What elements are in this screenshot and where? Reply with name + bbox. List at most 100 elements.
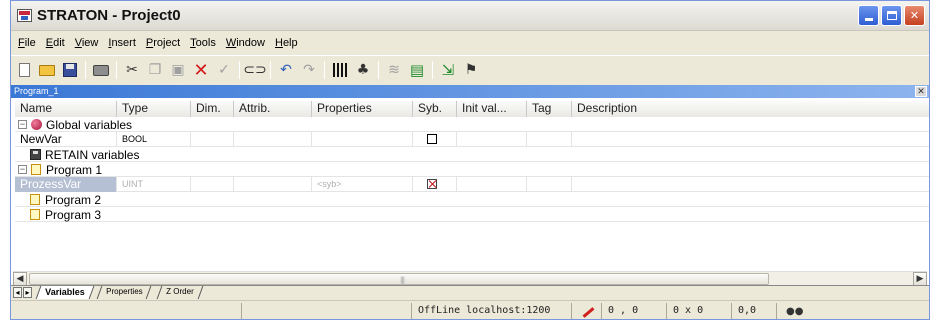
cell-syb[interactable] [413, 132, 457, 147]
syb-checkbox-checked[interactable] [427, 179, 437, 189]
scroll-right-arrow-icon[interactable]: ▶ [913, 272, 927, 286]
editor-title-bar[interactable]: Program_1 ✕ [11, 85, 929, 98]
group-row-program3[interactable]: Program 3 [15, 207, 929, 222]
editor-close-button[interactable]: ✕ [915, 86, 927, 97]
cell-tag[interactable] [527, 132, 572, 147]
program-icon [30, 209, 40, 220]
cell-attrib[interactable] [234, 132, 312, 147]
column-header-init-value[interactable]: Init val... [457, 101, 527, 117]
cell-type[interactable]: BOOL [117, 132, 191, 147]
properties-button[interactable]: ▤ [407, 60, 427, 80]
column-header-properties[interactable]: Properties [312, 101, 413, 117]
group-label: RETAIN variables [45, 147, 140, 162]
cell-properties[interactable] [312, 132, 413, 147]
table-row[interactable]: NewVar BOOL [15, 132, 929, 147]
tab-properties[interactable]: Properties [96, 286, 152, 299]
cell-attrib[interactable] [234, 177, 312, 192]
binoculars-icon[interactable]: ●● [786, 306, 803, 317]
new-button[interactable] [14, 60, 34, 80]
status-size: 0 x 0 [666, 303, 731, 319]
copy-button[interactable]: ❐ [145, 60, 165, 80]
app-icon[interactable] [17, 9, 32, 22]
undo-icon: ↶ [280, 62, 292, 78]
open-button[interactable] [37, 60, 57, 80]
column-header-type[interactable]: Type [117, 101, 191, 117]
cell-name[interactable]: NewVar [15, 132, 117, 147]
cut-button[interactable]: ✂ [122, 60, 142, 80]
horizontal-scrollbar[interactable]: ◀ ||| ▶ [13, 271, 927, 286]
cell-dim[interactable] [191, 132, 234, 147]
column-header-syb[interactable]: Syb. [413, 101, 457, 117]
cell-tag[interactable] [527, 177, 572, 192]
open-folder-icon [39, 64, 55, 76]
cell-init-value[interactable] [457, 132, 527, 147]
cell-name[interactable]: ProzessVar [15, 177, 117, 192]
network-button[interactable]: ♣ [353, 60, 373, 80]
group-row-retain[interactable]: RETAIN variables [15, 147, 929, 162]
table-row-selected[interactable]: ProzessVar UINT <syb> [15, 177, 929, 192]
column-header-dim[interactable]: Dim. [191, 101, 234, 117]
delete-button[interactable]: ✕ [191, 60, 211, 81]
minimize-button[interactable] [858, 5, 879, 26]
menu-help[interactable]: Help [270, 37, 303, 49]
check-button[interactable]: ✓ [214, 60, 234, 80]
scroll-thumb[interactable]: ||| [29, 273, 769, 285]
group-row-program1[interactable]: − Program 1 [15, 162, 929, 177]
collapse-toggle[interactable]: − [18, 120, 27, 129]
cell-dim[interactable] [191, 177, 234, 192]
column-header-tag[interactable]: Tag [527, 101, 572, 117]
pencil-icon [579, 304, 595, 318]
group-row-global[interactable]: − Global variables [15, 117, 929, 132]
graph-button[interactable]: ≋ [384, 60, 404, 80]
window-title: STRATON - Project0 [37, 7, 181, 24]
maximize-button[interactable] [881, 5, 902, 26]
global-variables-icon [31, 119, 42, 130]
cell-syb[interactable] [413, 177, 457, 192]
grid-icon [332, 63, 348, 77]
collapse-toggle[interactable]: − [18, 165, 27, 174]
cell-description[interactable] [572, 177, 929, 192]
tab-z-order[interactable]: Z Order [156, 286, 203, 299]
tab-prev-arrow-icon[interactable]: ◂ [13, 287, 22, 298]
grid-button[interactable] [330, 60, 350, 80]
new-document-icon [18, 63, 30, 77]
menu-edit[interactable]: Edit [41, 37, 70, 49]
cell-type[interactable]: UINT [117, 177, 191, 192]
download-button[interactable]: ⇲ [438, 60, 458, 80]
menu-window[interactable]: Window [221, 37, 270, 49]
status-zoom: 0,0 [731, 303, 776, 319]
scroll-left-arrow-icon[interactable]: ◀ [13, 272, 27, 286]
menu-view[interactable]: View [70, 37, 104, 49]
paste-button[interactable]: ▣ [168, 60, 188, 80]
menu-tools[interactable]: Tools [185, 37, 221, 49]
tab-variables[interactable]: Variables [35, 286, 94, 299]
column-header-name[interactable]: Name [15, 101, 117, 117]
column-header-description[interactable]: Description [572, 101, 929, 117]
run-button[interactable]: ⚑ [461, 60, 481, 80]
menu-file[interactable]: File [13, 37, 41, 49]
run-icon: ⚑ [464, 62, 478, 78]
tab-next-arrow-icon[interactable]: ▸ [23, 287, 32, 298]
link-button[interactable]: ⊂⊃ [243, 60, 266, 80]
retain-disk-icon [30, 149, 41, 160]
cell-description[interactable] [572, 132, 929, 147]
program-icon [31, 164, 41, 175]
group-row-program2[interactable]: Program 2 [15, 192, 929, 207]
menu-project[interactable]: Project [141, 37, 185, 49]
network-tree-icon: ♣ [356, 62, 370, 78]
column-header-attrib[interactable]: Attrib. [234, 101, 312, 117]
menu-insert[interactable]: Insert [103, 37, 141, 49]
syb-checkbox[interactable] [427, 134, 437, 144]
cell-properties[interactable]: <syb> [312, 177, 413, 192]
save-button[interactable] [60, 60, 80, 80]
menu-bar: File Edit View Insert Project Tools Wind… [11, 32, 929, 54]
tab-bar: ◂ ▸ Variables Properties Z Order [11, 285, 929, 299]
cell-init-value[interactable] [457, 177, 527, 192]
paste-icon: ▣ [171, 62, 185, 78]
redo-button[interactable]: ↷ [299, 60, 319, 80]
print-button[interactable] [91, 60, 111, 80]
close-button[interactable]: ✕ [904, 5, 925, 26]
scissors-icon: ✂ [126, 62, 138, 78]
undo-button[interactable]: ↶ [276, 60, 296, 80]
title-bar[interactable]: STRATON - Project0 ✕ [11, 1, 929, 31]
